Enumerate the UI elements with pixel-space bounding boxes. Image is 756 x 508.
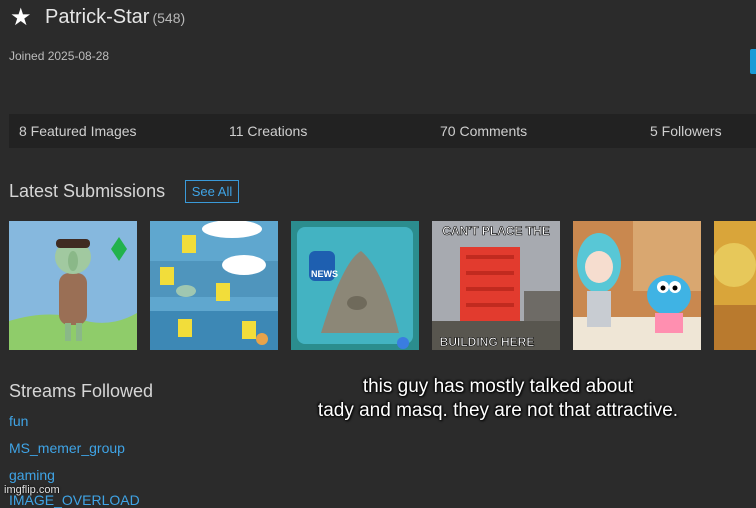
stream-link-ms-memer-group[interactable]: MS_memer_group [9, 440, 125, 456]
stream-link-fun[interactable]: fun [9, 413, 28, 429]
stat-featured-images[interactable]: 8 Featured Images [19, 123, 137, 139]
submission-thumb-1[interactable] [9, 221, 137, 350]
caption-line-2: tady and masq. they are not that attract… [317, 400, 679, 421]
star-icon: ★ [10, 4, 32, 31]
see-all-button[interactable]: See All [185, 180, 239, 203]
stat-followers[interactable]: 5 Followers [650, 123, 722, 139]
submission-thumb-5[interactable] [573, 221, 701, 350]
stat-creations[interactable]: 11 Creations [229, 123, 307, 139]
news-logo-text: NEWS [311, 269, 338, 279]
stream-link-gaming[interactable]: gaming [9, 467, 55, 483]
username-text[interactable]: Patrick-Star [45, 6, 149, 28]
building-top-text: CAN'T PLACE THE [442, 224, 550, 238]
submission-thumb-2[interactable] [150, 221, 278, 350]
user-points: (548) [152, 10, 186, 26]
building-bottom-text: BUILDING HERE [440, 335, 535, 349]
profile-username: Patrick-Star (548) [45, 6, 185, 29]
joined-date: Joined 2025-08-28 [9, 49, 110, 63]
latest-submissions-title: Latest Submissions [9, 181, 166, 201]
watermark: imgflip.com [4, 484, 60, 496]
submission-thumb-3[interactable]: NEWS [291, 221, 419, 350]
submission-thumb-4[interactable]: CAN'T PLACE THE BUILDING HERE [432, 221, 560, 350]
stat-comments[interactable]: 70 Comments [440, 123, 527, 139]
streams-followed-title: Streams Followed [9, 381, 154, 401]
overlay-caption: this guy has mostly talked about tady an… [240, 375, 756, 423]
submission-thumb-6[interactable] [714, 221, 756, 350]
follow-button-edge[interactable] [750, 49, 756, 74]
caption-line-1: this guy has mostly talked about [362, 376, 634, 397]
